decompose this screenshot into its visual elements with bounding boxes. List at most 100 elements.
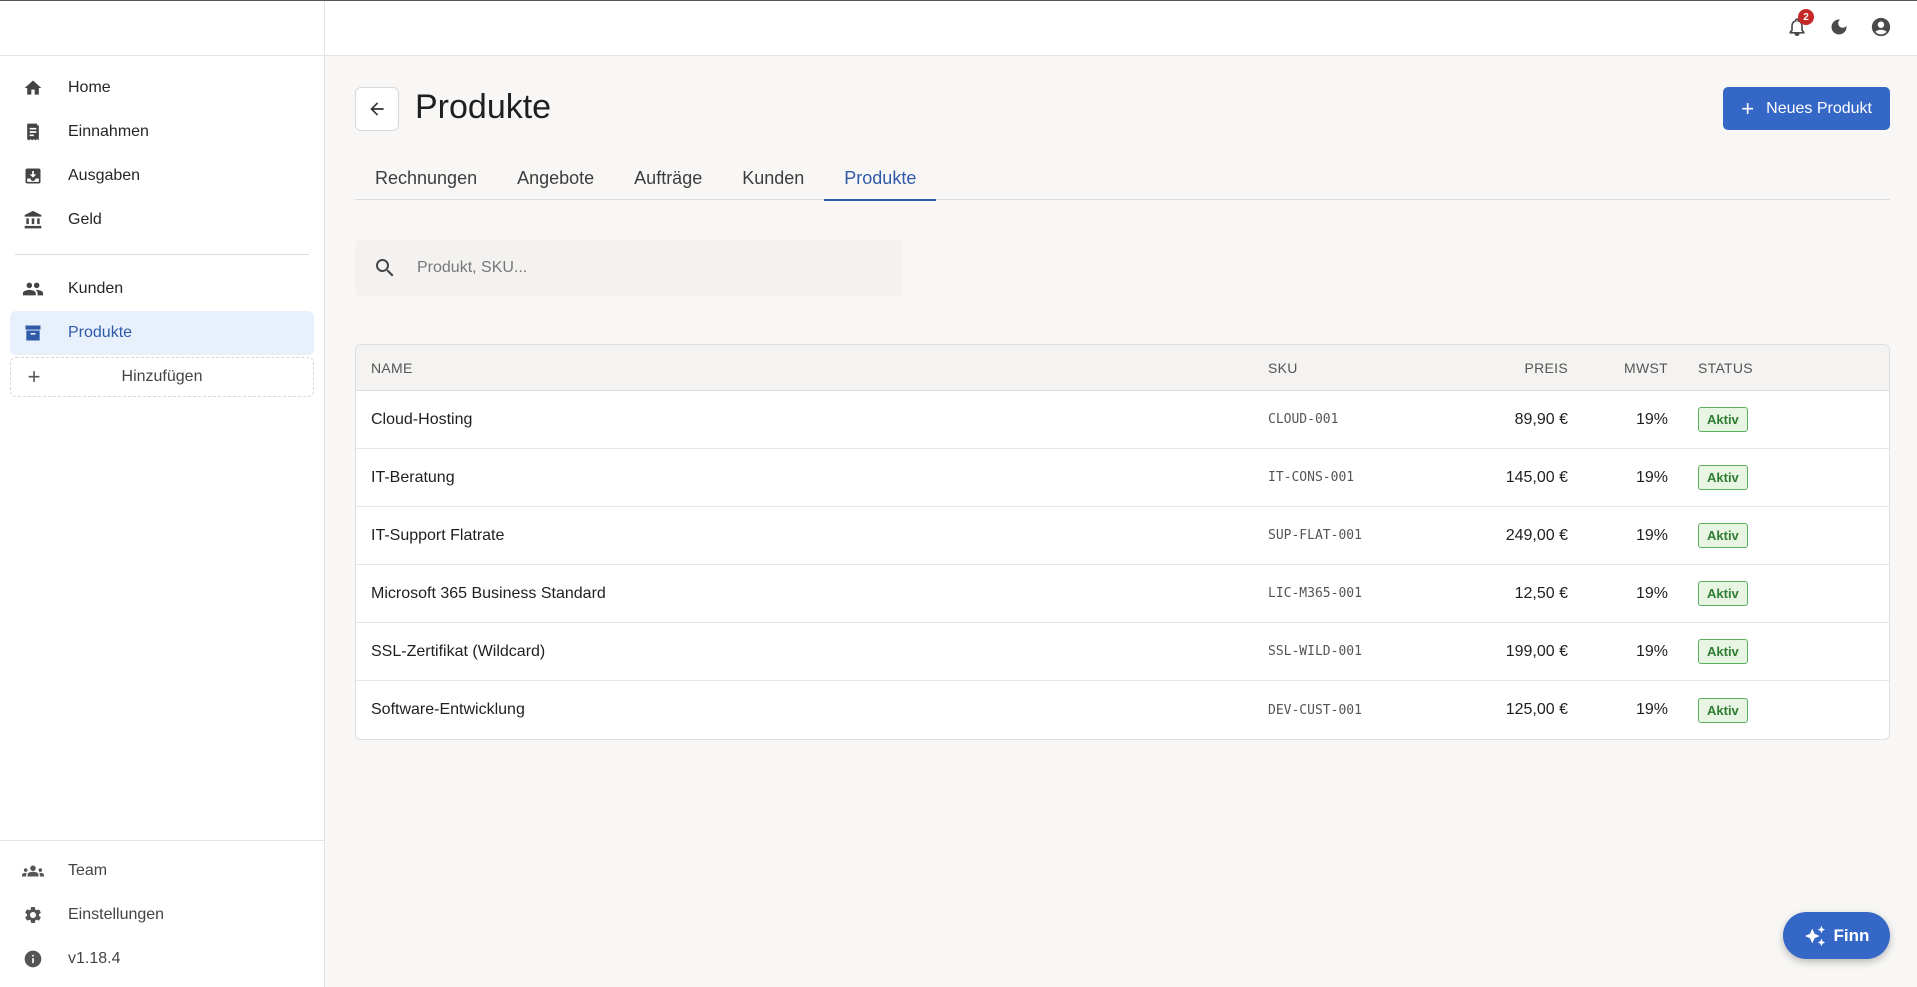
version-info: v1.18.4 — [10, 937, 314, 981]
status-badge: Aktiv — [1698, 639, 1748, 664]
product-price: 249,00 € — [1505, 526, 1568, 544]
tab-rechnungen[interactable]: Rechnungen — [355, 156, 497, 200]
sidebar-nav: Home Einnahmen Ausgaben Geld Kunden Prod… — [0, 56, 324, 397]
tab-produkte[interactable]: Produkte — [824, 156, 937, 201]
sidebar-item-einnahmen[interactable]: Einnahmen — [10, 110, 314, 154]
groups-icon — [22, 860, 44, 882]
status-cell: Aktiv — [1668, 407, 1748, 432]
product-price: 199,00 € — [1505, 642, 1568, 660]
product-name: IT-Beratung — [371, 468, 455, 486]
tab-angebote[interactable]: Angebote — [497, 156, 614, 200]
product-vat: 19% — [1635, 410, 1668, 428]
table-row[interactable]: Microsoft 365 Business Standard LIC-M365… — [356, 565, 1889, 623]
status-badge: Aktiv — [1698, 581, 1748, 606]
search-box — [355, 240, 903, 296]
status-cell: Aktiv — [1668, 697, 1748, 723]
notifications-button[interactable]: 2 — [1785, 9, 1814, 39]
product-sku: DEV-CUST-001 — [1268, 702, 1362, 718]
finn-assistant-button[interactable]: Finn — [1783, 912, 1890, 959]
plus-icon: + — [1741, 95, 1755, 121]
plus-icon: + — [27, 364, 41, 389]
tab-kunden[interactable]: Kunden — [722, 156, 824, 200]
product-name: Cloud-Hosting — [371, 410, 473, 428]
sidebar-item-label: Home — [68, 79, 111, 96]
home-icon — [22, 77, 44, 99]
sidebar-footer: Team Einstellungen v1.18.4 — [0, 840, 324, 987]
theme-toggle-button[interactable] — [1827, 15, 1851, 39]
table-row[interactable]: IT-Support Flatrate SUP-FLAT-001 249,00 … — [356, 507, 1889, 565]
account-button[interactable] — [1869, 15, 1893, 39]
table-row[interactable]: IT-Beratung IT-CONS-001 145,00 € 19% Akt… — [356, 449, 1889, 507]
version-label: v1.18.4 — [68, 950, 121, 967]
product-sku: SUP-FLAT-001 — [1268, 528, 1362, 543]
new-product-label: Neues Produkt — [1766, 99, 1872, 117]
tab-bar: Rechnungen Angebote Aufträge Kunden Prod… — [355, 156, 1890, 201]
add-button-label: Hinzufügen — [121, 368, 203, 385]
sidebar-item-kunden[interactable]: Kunden — [10, 267, 314, 311]
product-vat: 19% — [1635, 701, 1668, 718]
receipt-icon — [22, 121, 44, 143]
sidebar-item-label: Geld — [68, 211, 102, 228]
status-badge: Aktiv — [1698, 523, 1748, 548]
sidebar-divider — [15, 254, 309, 255]
product-vat: 19% — [1635, 468, 1668, 486]
sidebar-item-label: Produkte — [68, 324, 133, 341]
sidebar-header — [0, 1, 324, 56]
search-icon — [355, 256, 415, 280]
people-icon — [22, 278, 44, 300]
column-header-name[interactable]: NAME — [356, 360, 1268, 376]
product-vat: 19% — [1635, 642, 1668, 660]
table-row[interactable]: Software-Entwicklung DEV-CUST-001 125,00… — [356, 681, 1889, 739]
notification-badge: 2 — [1798, 9, 1814, 25]
status-cell: Aktiv — [1668, 523, 1748, 548]
sidebar-item-produkte[interactable]: Produkte — [10, 311, 314, 355]
product-price: 89,90 € — [1514, 410, 1568, 428]
table-row[interactable]: SSL-Zertifikat (Wildcard) SSL-WILD-001 1… — [356, 623, 1889, 681]
sidebar-item-label: Einstellungen — [68, 906, 165, 923]
sidebar-item-label: Ausgaben — [68, 167, 141, 184]
column-header-vat[interactable]: MWST — [1568, 360, 1668, 376]
sidebar-item-team[interactable]: Team — [10, 849, 314, 893]
page-header: Produkte + Neues Produkt — [355, 56, 1890, 156]
products-table: NAME SKU PREIS MWST STATUS Cloud-Hosting… — [355, 344, 1890, 740]
status-badge: Aktiv — [1698, 465, 1748, 490]
status-cell: Aktiv — [1668, 581, 1748, 606]
main-content: Produkte + Neues Produkt Rechnungen Ange… — [355, 56, 1890, 740]
column-header-sku[interactable]: SKU — [1268, 360, 1428, 376]
account-icon — [1870, 16, 1892, 38]
sidebar-item-geld[interactable]: Geld — [10, 198, 314, 242]
inbox-icon — [22, 165, 44, 187]
product-price: 12,50 € — [1514, 584, 1568, 602]
table-row[interactable]: Cloud-Hosting CLOUD-001 89,90 € 19% Akti… — [356, 391, 1889, 449]
column-header-status[interactable]: STATUS — [1668, 360, 1753, 376]
product-sku: IT-CONS-001 — [1268, 470, 1355, 485]
product-name: Software-Entwicklung — [371, 701, 525, 718]
back-button[interactable] — [355, 87, 399, 131]
product-sku: CLOUD-001 — [1268, 412, 1339, 427]
tab-auftraege[interactable]: Aufträge — [614, 156, 722, 200]
status-cell: Aktiv — [1668, 465, 1748, 490]
product-name: SSL-Zertifikat (Wildcard) — [371, 642, 546, 660]
page-title: Produkte — [415, 88, 552, 126]
product-price: 145,00 € — [1505, 468, 1568, 486]
sidebar-item-home[interactable]: Home — [10, 66, 314, 110]
product-name: Microsoft 365 Business Standard — [371, 584, 606, 602]
sidebar-item-label: Einnahmen — [68, 123, 149, 140]
topbar: 2 — [325, 1, 1917, 56]
status-badge: Aktiv — [1698, 407, 1748, 432]
bank-icon — [22, 209, 44, 231]
column-header-price[interactable]: PREIS — [1428, 360, 1568, 376]
sidebar-item-ausgaben[interactable]: Ausgaben — [10, 154, 314, 198]
status-badge: Aktiv — [1698, 697, 1748, 723]
new-product-button[interactable]: + Neues Produkt — [1723, 87, 1890, 130]
arrow-left-icon — [367, 99, 387, 119]
search-input[interactable] — [415, 240, 903, 296]
product-price: 125,00 € — [1505, 701, 1568, 718]
moon-icon — [1829, 17, 1849, 37]
product-sku: LIC-M365-001 — [1268, 586, 1362, 601]
sidebar-item-einstellungen[interactable]: Einstellungen — [10, 893, 314, 937]
gear-icon — [22, 904, 44, 926]
topbar-actions: 2 — [1785, 9, 1893, 39]
add-nav-item-button[interactable]: + Hinzufügen — [10, 357, 314, 397]
product-vat: 19% — [1635, 526, 1668, 544]
